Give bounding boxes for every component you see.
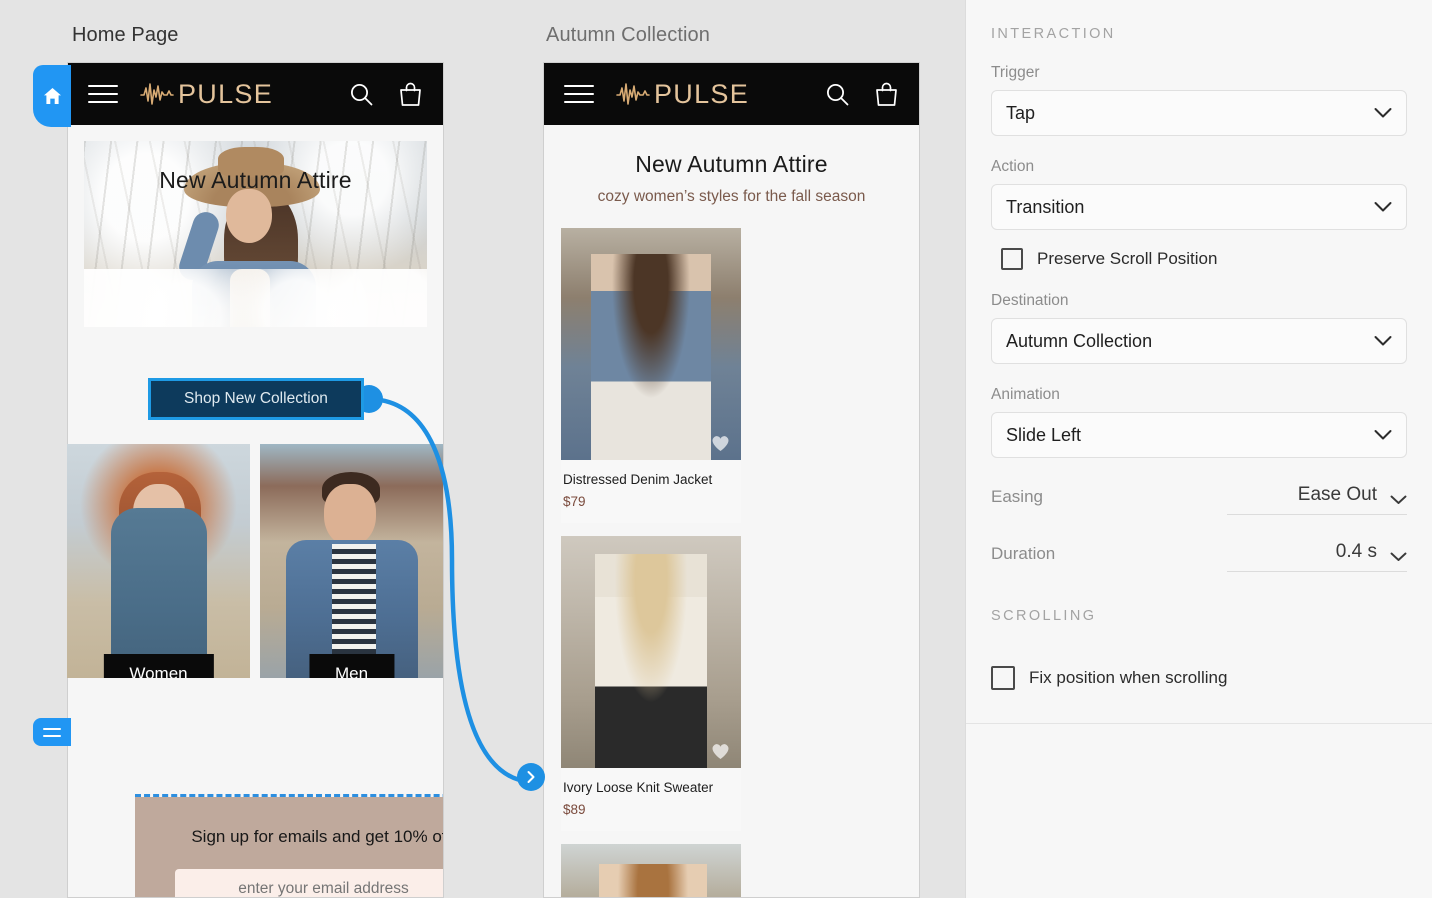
product-card[interactable]: Garter Stitch Sweater $69: [561, 844, 741, 897]
hamburger-icon[interactable]: [564, 85, 594, 103]
action-value: Transition: [1006, 196, 1085, 217]
chevron-down-icon: [1390, 552, 1407, 561]
inspector-panel: INTERACTION Trigger Tap Action Transitio…: [965, 0, 1432, 898]
preserve-scroll-checkbox[interactable]: [1001, 248, 1023, 270]
duration-select[interactable]: 0.4 s: [1227, 541, 1407, 572]
easing-label: Easing: [991, 487, 1043, 506]
heart-icon[interactable]: [710, 741, 731, 760]
product-grid: Distressed Denim Jacket $79 Ivory Loose …: [544, 228, 919, 897]
pulse-waveform-icon: [140, 83, 174, 105]
trigger-field: Trigger Tap: [966, 64, 1432, 136]
pulse-logo: PULSE: [140, 79, 273, 110]
destination-value: Autumn Collection: [1006, 330, 1153, 351]
product-price: $89: [563, 802, 586, 818]
panel-section-divider: [966, 723, 1432, 724]
connector-endpoint[interactable]: [517, 763, 545, 791]
fix-position-label: Fix position when scrolling: [1029, 668, 1228, 687]
collection-header: New Autumn Attire cozy women’s styles fo…: [544, 125, 919, 228]
fixed-scroll-icon: [43, 727, 61, 737]
brand-name: PULSE: [178, 78, 274, 109]
action-label: Action: [991, 158, 1035, 175]
chevron-down-icon: [1374, 336, 1392, 346]
preserve-scroll-checkbox-row[interactable]: Preserve Scroll Position: [966, 230, 1432, 270]
brand-name: PULSE: [654, 78, 750, 109]
category-label-men: Men: [308, 654, 395, 678]
product-card[interactable]: Ivory Loose Knit Sweater $89: [561, 536, 741, 832]
shopping-bag-icon[interactable]: [398, 81, 423, 107]
animation-field: Animation Slide Left: [966, 386, 1432, 458]
email-input[interactable]: [175, 869, 443, 897]
preserve-scroll-label: Preserve Scroll Position: [1037, 249, 1218, 268]
shop-new-collection-button[interactable]: Shop New Collection: [148, 378, 364, 420]
product-name: Ivory Loose Knit Sweater: [563, 780, 714, 796]
easing-row: Easing Ease Out: [966, 458, 1432, 515]
hamburger-icon[interactable]: [88, 85, 118, 103]
artboard-label-home[interactable]: Home Page: [72, 24, 179, 47]
duration-label: Duration: [991, 544, 1056, 563]
trigger-select[interactable]: Tap: [991, 90, 1407, 136]
heart-icon[interactable]: [710, 433, 731, 452]
action-select[interactable]: Transition: [991, 184, 1407, 230]
collection-title: New Autumn Attire: [635, 151, 828, 177]
destination-field: Destination Autumn Collection: [966, 292, 1432, 364]
action-field: Action Transition: [966, 158, 1432, 230]
chevron-down-icon: [1390, 495, 1407, 504]
category-tiles: Women Men: [67, 444, 444, 678]
autumn-app-bar: PULSE: [544, 63, 919, 125]
collection-subtitle: cozy women’s styles for the fall season: [597, 188, 866, 205]
design-canvas[interactable]: Home Page Autumn Collection PULSE New Au…: [0, 0, 965, 898]
duration-row: Duration 0.4 s: [966, 515, 1432, 572]
destination-label: Destination: [991, 292, 1069, 309]
easing-value: Ease Out: [1297, 484, 1377, 505]
newsletter-section: Sign up for emails and get 10% off! SIGN…: [135, 797, 444, 897]
chevron-right-icon: [527, 771, 535, 783]
pulse-waveform-icon: [616, 83, 650, 105]
product-name: Distressed Denim Jacket: [563, 472, 713, 487]
category-tile-women[interactable]: Women: [67, 444, 250, 678]
destination-select[interactable]: Autumn Collection: [991, 318, 1407, 364]
product-card[interactable]: Distressed Denim Jacket $79: [561, 228, 741, 524]
artboard-autumn-collection[interactable]: PULSE New Autumn Attire cozy women’s sty…: [543, 62, 920, 898]
home-icon: [43, 88, 61, 104]
animation-label: Animation: [991, 386, 1060, 403]
prototype-editor: Home Page Autumn Collection PULSE New Au…: [0, 0, 1432, 898]
category-label-women: Women: [103, 654, 214, 678]
fixed-scroll-flag[interactable]: [33, 718, 71, 746]
newsletter-headline: Sign up for emails and get 10% off!: [191, 827, 444, 846]
interaction-section-title: INTERACTION: [991, 26, 1116, 42]
scroll-boundary-divider: [135, 794, 443, 797]
animation-value: Slide Left: [1006, 424, 1082, 445]
fix-position-checkbox[interactable]: [991, 666, 1015, 690]
easing-select[interactable]: Ease Out: [1227, 484, 1407, 515]
search-icon[interactable]: [825, 82, 850, 107]
chevron-down-icon: [1374, 108, 1392, 118]
animation-select[interactable]: Slide Left: [991, 412, 1407, 458]
fix-position-checkbox-row[interactable]: Fix position when scrolling: [966, 624, 1432, 690]
trigger-label: Trigger: [991, 64, 1040, 81]
home-screen-flag[interactable]: [33, 65, 71, 127]
scrolling-section-title: SCROLLING: [991, 608, 1097, 624]
home-app-bar: PULSE: [68, 63, 443, 125]
shopping-bag-icon[interactable]: [874, 81, 899, 107]
chevron-down-icon: [1374, 430, 1392, 440]
chevron-down-icon: [1374, 202, 1392, 212]
home-hero-title: New Autumn Attire: [159, 167, 352, 193]
duration-value: 0.4 s: [1335, 541, 1377, 562]
product-price: $79: [563, 494, 586, 510]
artboard-label-autumn[interactable]: Autumn Collection: [546, 24, 710, 47]
search-icon[interactable]: [349, 82, 374, 107]
trigger-value: Tap: [1006, 102, 1036, 123]
category-tile-men[interactable]: Men: [260, 444, 443, 678]
pulse-logo: PULSE: [616, 79, 749, 110]
